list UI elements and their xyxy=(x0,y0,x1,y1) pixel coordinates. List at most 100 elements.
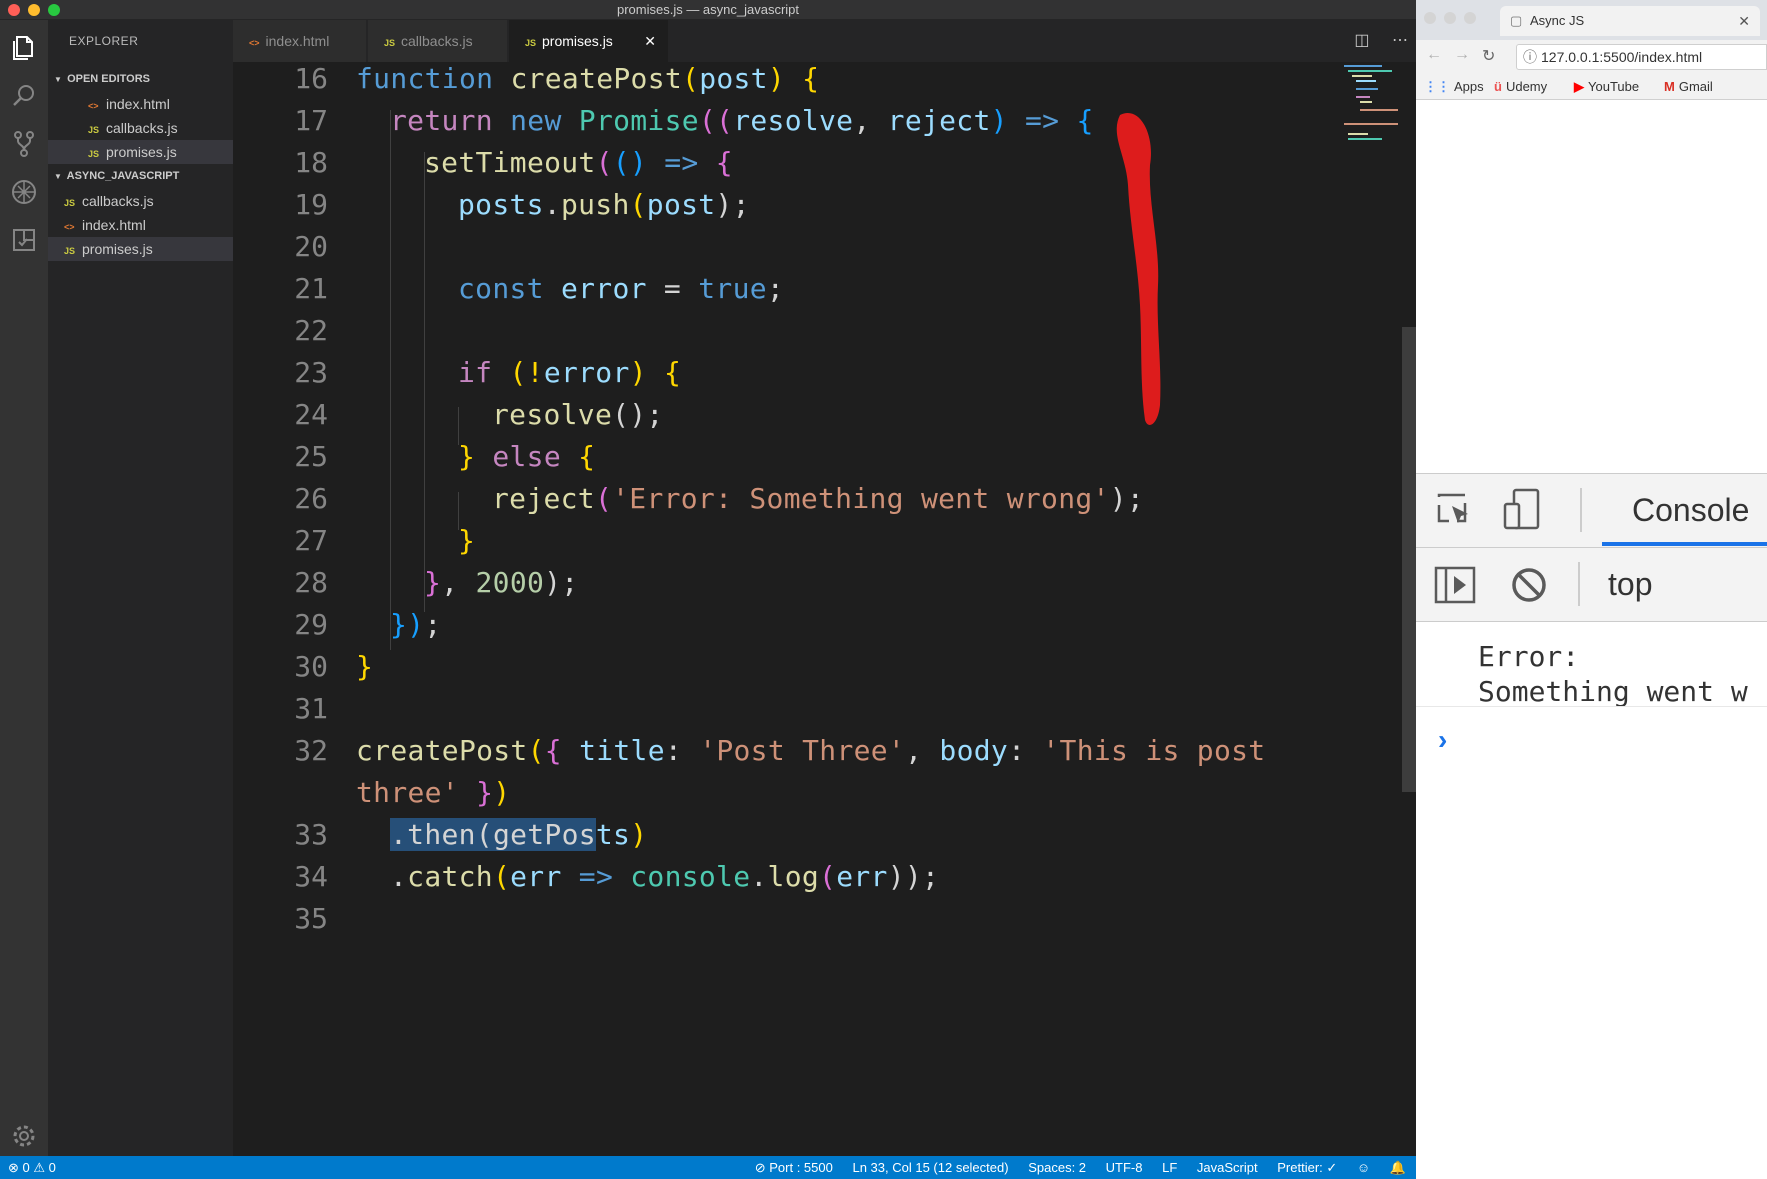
console-toolbar: top xyxy=(1416,548,1767,622)
code-line-26: reject('Error: Something went wrong'); xyxy=(492,482,1145,515)
code-line-19: posts.push(post); xyxy=(458,188,750,221)
line-number: 22 xyxy=(294,314,328,347)
file-index-html[interactable]: <> index.html xyxy=(48,213,233,237)
line-number: 30 xyxy=(294,650,328,683)
more-actions-icon[interactable]: ⋯ xyxy=(1392,32,1408,49)
minimap[interactable] xyxy=(1342,62,1402,142)
language-mode[interactable]: JavaScript xyxy=(1197,1160,1258,1175)
code-line-25: } else { xyxy=(458,440,596,473)
code-line-18: setTimeout(() => { xyxy=(424,146,733,179)
prettier-status[interactable]: Prettier: ✓ xyxy=(1277,1160,1337,1175)
open-editor-callbacks-js[interactable]: JS callbacks.js xyxy=(48,116,233,140)
browser-close-button[interactable] xyxy=(1424,12,1436,24)
close-browser-tab-icon[interactable]: ✕ xyxy=(1738,6,1750,36)
extensions-icon[interactable] xyxy=(8,224,40,256)
code-editor[interactable]: 16 17 18 19 20 21 22 23 24 25 26 27 28 29 30 31 32 33 34 35… xyxy=(233,62,1416,1156)
close-tab-icon[interactable]: ✕ xyxy=(644,20,656,62)
file-label: promises.js xyxy=(82,241,153,257)
debug-icon[interactable] xyxy=(8,176,40,208)
code-line-29: }); xyxy=(390,608,442,641)
settings-gear-icon[interactable] xyxy=(8,1120,40,1152)
browser-window: ▢ Async JS ✕ ← → ↻ ⓘ 127.0.0.1:5500/inde… xyxy=(1416,0,1767,1179)
reload-icon[interactable]: ↻ xyxy=(1482,46,1495,66)
bookmark-youtube[interactable]: ▶ YouTube xyxy=(1574,74,1639,100)
apps-icon: ⋮⋮ xyxy=(1424,79,1450,94)
code-line-21: const error = true; xyxy=(458,272,785,305)
code-line-17: return new Promise((resolve, reject) => … xyxy=(390,104,1094,137)
back-arrow-icon[interactable]: ← xyxy=(1426,46,1442,64)
open-editor-promises-js[interactable]: JS promises.js xyxy=(48,140,233,164)
line-number: 16 xyxy=(294,62,328,95)
page-icon: ▢ xyxy=(1510,13,1523,28)
tab-console[interactable]: Console xyxy=(1632,492,1749,529)
notifications-bell-icon[interactable]: 🔔 xyxy=(1390,1160,1406,1175)
feedback-icon[interactable]: ☺ xyxy=(1357,1160,1370,1175)
clear-console-icon[interactable] xyxy=(1510,566,1548,609)
bookmarks-bar: ⋮⋮ Apps ü Udemy ▶ YouTube M Gmail xyxy=(1416,74,1767,100)
udemy-icon: ü xyxy=(1494,79,1502,94)
js-file-icon: JS xyxy=(64,198,76,208)
execution-context-select[interactable]: top xyxy=(1608,566,1652,603)
inspect-element-icon[interactable] xyxy=(1436,492,1474,535)
code-line-16: function createPost(post) { xyxy=(356,62,820,95)
js-file-icon: JS xyxy=(384,38,396,48)
open-editor-index-html[interactable]: <> index.html xyxy=(48,92,233,116)
file-promises-js[interactable]: JS promises.js xyxy=(48,237,233,261)
devtools-panel: Console top Error: Something went w › xyxy=(1416,473,1767,1179)
file-label: index.html xyxy=(82,217,146,233)
code-line-28: }, 2000); xyxy=(424,566,579,599)
browser-minimize-button[interactable] xyxy=(1444,12,1456,24)
browser-maximize-button[interactable] xyxy=(1464,12,1476,24)
forward-arrow-icon[interactable]: → xyxy=(1454,46,1470,64)
editor-scrollbar[interactable] xyxy=(1402,327,1416,792)
toolbar-separator xyxy=(1580,488,1582,532)
js-file-icon: JS xyxy=(64,246,76,256)
open-editors-header[interactable]: ▼ OPEN EDITORS xyxy=(48,68,233,90)
split-editor-icon[interactable]: ◫ xyxy=(1354,32,1369,49)
url-bar[interactable]: ⓘ 127.0.0.1:5500/index.html xyxy=(1516,44,1767,70)
device-toolbar-icon[interactable] xyxy=(1502,488,1542,535)
info-icon[interactable]: ⓘ xyxy=(1523,45,1537,69)
bookmark-udemy[interactable]: ü Udemy xyxy=(1494,74,1547,100)
bookmark-label: Udemy xyxy=(1505,79,1548,94)
search-icon[interactable] xyxy=(8,80,40,112)
explorer-title: EXPLORER xyxy=(69,34,139,48)
bookmark-gmail[interactable]: M Gmail xyxy=(1664,74,1713,100)
activity-bar xyxy=(0,20,48,1156)
cursor-position[interactable]: Ln 33, Col 15 (12 selected) xyxy=(852,1160,1008,1175)
line-number: 32 xyxy=(294,734,328,767)
tab-callbacks-js[interactable]: JS callbacks.js xyxy=(368,20,508,62)
bookmark-apps[interactable]: ⋮⋮ Apps xyxy=(1424,74,1484,100)
file-callbacks-js[interactable]: JS callbacks.js xyxy=(48,189,233,213)
file-label: callbacks.js xyxy=(106,120,178,136)
explorer-icon[interactable] xyxy=(8,32,40,64)
encoding[interactable]: UTF-8 xyxy=(1106,1160,1143,1175)
url-text: 127.0.0.1:5500/index.html xyxy=(1541,49,1703,65)
bookmark-label: Gmail xyxy=(1678,79,1713,94)
caret-down-icon: ▼ xyxy=(54,172,62,181)
line-ending[interactable]: LF xyxy=(1162,1160,1177,1175)
browser-tab-title: Async JS xyxy=(1530,13,1585,28)
tab-label: promises.js xyxy=(542,33,613,49)
project-folder-header[interactable]: ▼ ASYNC_JAVASCRIPT xyxy=(48,165,233,187)
tab-index-html[interactable]: <> index.html xyxy=(233,20,367,62)
line-number: 17 xyxy=(294,104,328,137)
editor-actions: ◫ ⋯ xyxy=(1336,20,1408,62)
tab-label: index.html xyxy=(265,33,330,49)
title-bar: promises.js — async_javascript xyxy=(0,0,1416,20)
file-label: callbacks.js xyxy=(82,193,154,209)
js-file-icon: JS xyxy=(88,125,100,135)
source-control-icon[interactable] xyxy=(8,128,40,160)
youtube-icon: ▶ xyxy=(1574,79,1584,94)
indentation[interactable]: Spaces: 2 xyxy=(1028,1160,1086,1175)
line-number: 31 xyxy=(294,692,328,725)
browser-tab-async-js[interactable]: ▢ Async JS ✕ xyxy=(1500,6,1760,36)
bookmark-label: YouTube xyxy=(1588,79,1640,94)
address-row: ← → ↻ ⓘ 127.0.0.1:5500/index.html xyxy=(1416,40,1767,74)
live-server-port[interactable]: ⊘ Port : 5500 xyxy=(755,1160,833,1175)
show-sidebar-icon[interactable] xyxy=(1434,566,1476,609)
problems-indicator[interactable]: ⊗ 0 ⚠ 0 xyxy=(8,1156,56,1179)
tab-promises-js[interactable]: JS promises.js ✕ xyxy=(509,20,669,62)
tab-label: callbacks.js xyxy=(401,33,473,49)
console-prompt-chevron-icon[interactable]: › xyxy=(1438,724,1447,756)
